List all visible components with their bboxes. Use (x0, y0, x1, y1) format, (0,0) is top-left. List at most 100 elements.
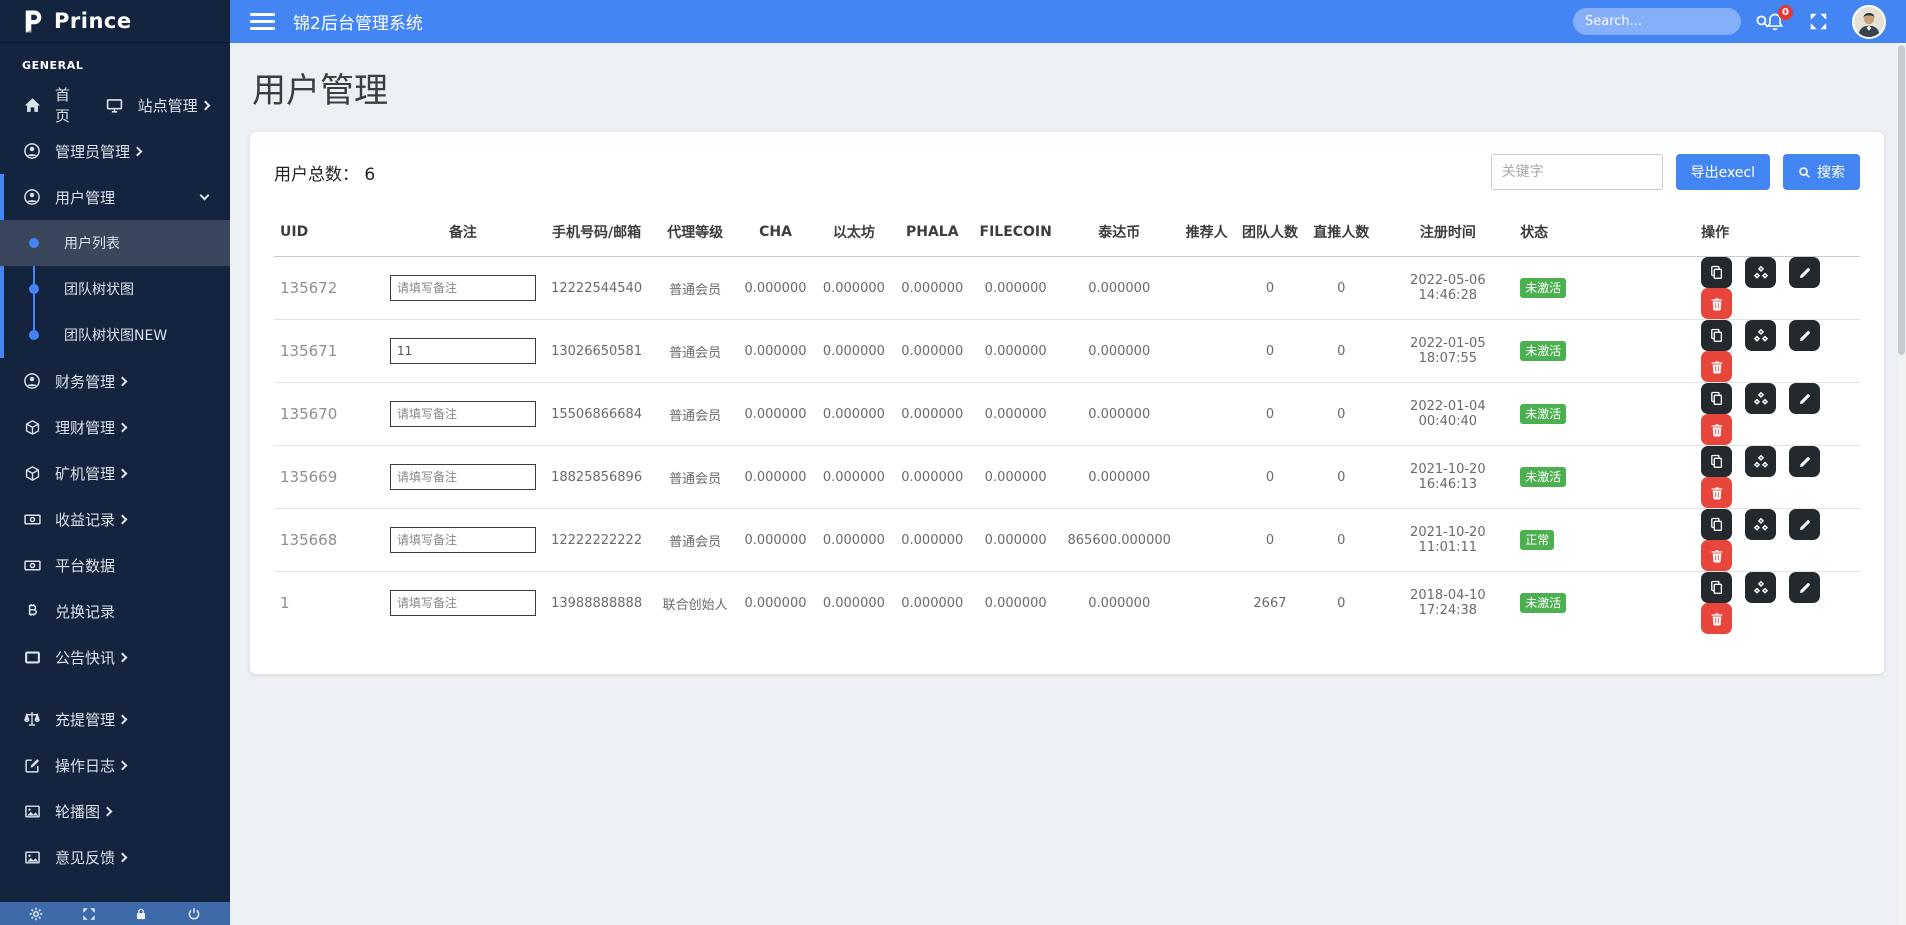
uid-cell: 135672 (274, 257, 387, 320)
sidebar-item-deposit-withdraw[interactable]: 充提管理 (0, 696, 230, 742)
note-input[interactable] (390, 590, 536, 616)
user-avatar[interactable] (1852, 5, 1886, 39)
team-count-cell: 0 (1235, 509, 1305, 572)
sidebar-item-platform-data[interactable]: 平台数据 (0, 542, 230, 588)
sidebar-item-home[interactable]: 首页 (0, 82, 97, 128)
agent-level-cell: 普通会员 (654, 320, 736, 383)
sidebar-item-team-tree[interactable]: 团队树状图 (0, 266, 230, 312)
keyword-input[interactable] (1491, 154, 1663, 190)
assets-button[interactable] (1745, 257, 1776, 288)
topbar-search[interactable] (1573, 8, 1741, 35)
sidebar-item-operation-logs[interactable]: 操作日志 (0, 742, 230, 788)
usdt-balance-cell: 0.000000 (1060, 383, 1179, 446)
chevron-down-icon (200, 191, 210, 201)
sidebar-item-carousel[interactable]: 轮播图 (0, 788, 230, 834)
delete-button[interactable] (1701, 288, 1732, 319)
sidebar-item-label: 团队树状图NEW (64, 325, 167, 345)
copy-button[interactable] (1701, 572, 1732, 603)
sidebar-item-label: 矿机管理 (55, 463, 115, 484)
export-excel-button[interactable]: 导出execl (1676, 154, 1770, 190)
lock-icon[interactable] (134, 907, 148, 921)
note-input[interactable] (390, 464, 536, 490)
user-total: 用户总数： 6 (274, 160, 375, 185)
menu-toggle-icon[interactable] (250, 9, 275, 34)
eth-balance-cell: 0.000000 (815, 320, 893, 383)
note-input[interactable] (390, 338, 536, 364)
gear-icon[interactable] (29, 907, 43, 921)
copy-button[interactable] (1701, 257, 1732, 288)
sidebar-item-admin-management[interactable]: 管理员管理 (0, 128, 230, 174)
actions-cell (1699, 257, 1860, 320)
note-cell (387, 320, 540, 383)
sidebar-item-announcements[interactable]: 公告快讯 (0, 634, 230, 680)
team-count-cell: 0 (1235, 383, 1305, 446)
assets-button[interactable] (1745, 320, 1776, 351)
edit-button[interactable] (1789, 509, 1820, 540)
sidebar-item-miner-management[interactable]: 矿机管理 (0, 450, 230, 496)
edit-button[interactable] (1789, 446, 1820, 477)
sidebar-item-site-management[interactable]: 站点管理 (97, 82, 230, 128)
avatar-photo (1854, 7, 1884, 37)
power-icon[interactable] (187, 907, 201, 921)
chevron-right-icon (200, 100, 210, 110)
column-header: CHA (736, 222, 814, 257)
sidebar-item-finance-management[interactable]: 财务管理 (0, 358, 230, 404)
direct-count-cell: 0 (1305, 320, 1377, 383)
sidebar-item-user-list[interactable]: 用户列表 (0, 220, 230, 266)
search-button[interactable]: 搜索 (1783, 154, 1860, 190)
sidebar-item-user-management[interactable]: 用户管理 (0, 174, 230, 220)
status-badge: 正常 (1520, 530, 1554, 550)
eth-balance-cell: 0.000000 (815, 446, 893, 509)
copy-button[interactable] (1701, 446, 1732, 477)
status-cell: 未激活 (1518, 320, 1699, 383)
trash-icon (1710, 549, 1724, 563)
copy-icon (1709, 265, 1724, 280)
edit-button[interactable] (1789, 257, 1820, 288)
sidebar-section-label: GENERAL (0, 43, 230, 82)
chevron-right-icon (118, 652, 128, 662)
scrollbar-thumb[interactable] (1898, 45, 1905, 355)
note-input[interactable] (390, 275, 536, 301)
column-header: 团队人数 (1235, 222, 1305, 257)
notifications-button[interactable]: 0 (1765, 12, 1785, 32)
copy-button[interactable] (1701, 320, 1732, 351)
copy-button[interactable] (1701, 383, 1732, 414)
user-table-body: 135672 12222544540 普通会员 0.000000 0.00000… (274, 257, 1860, 635)
note-input[interactable] (390, 527, 536, 553)
assets-button[interactable] (1745, 383, 1776, 414)
brand-logo[interactable]: Prince (0, 0, 230, 43)
table-row: 135669 18825856896 普通会员 0.000000 0.00000… (274, 446, 1860, 509)
sidebar-item-wealth-management[interactable]: 理财管理 (0, 404, 230, 450)
team-count-cell: 2667 (1235, 572, 1305, 635)
filecoin-balance-cell: 0.000000 (971, 572, 1059, 635)
expand-icon[interactable] (82, 907, 96, 921)
status-cell: 未激活 (1518, 446, 1699, 509)
assets-button[interactable] (1745, 446, 1776, 477)
sidebar-item-feedback[interactable]: 意见反馈 (0, 834, 230, 880)
cha-balance-cell: 0.000000 (736, 383, 814, 446)
sidebar-item-team-tree-new[interactable]: 团队树状图NEW (0, 312, 230, 358)
edit-button[interactable] (1789, 572, 1820, 603)
chevron-right-icon (118, 714, 128, 724)
page-scrollbar[interactable] (1897, 43, 1906, 925)
edit-button[interactable] (1789, 320, 1820, 351)
user-circle-icon (22, 142, 42, 160)
assets-button[interactable] (1745, 509, 1776, 540)
delete-button[interactable] (1701, 603, 1732, 634)
copy-button[interactable] (1701, 509, 1732, 540)
user-total-label: 用户总数： (274, 165, 359, 185)
delete-button[interactable] (1701, 477, 1732, 508)
topbar-search-input[interactable] (1585, 14, 1755, 29)
note-input[interactable] (390, 401, 536, 427)
sidebar-item-income-records[interactable]: 收益记录 (0, 496, 230, 542)
delete-button[interactable] (1701, 414, 1732, 445)
phone-cell: 13988888888 (539, 572, 654, 635)
home-icon (22, 97, 42, 114)
delete-button[interactable] (1701, 540, 1732, 571)
fullscreen-button[interactable] (1809, 12, 1828, 31)
sidebar-item-exchange-records[interactable]: 兑换记录 (0, 588, 230, 634)
edit-button[interactable] (1789, 383, 1820, 414)
status-cell: 未激活 (1518, 572, 1699, 635)
assets-button[interactable] (1745, 572, 1776, 603)
delete-button[interactable] (1701, 351, 1732, 382)
